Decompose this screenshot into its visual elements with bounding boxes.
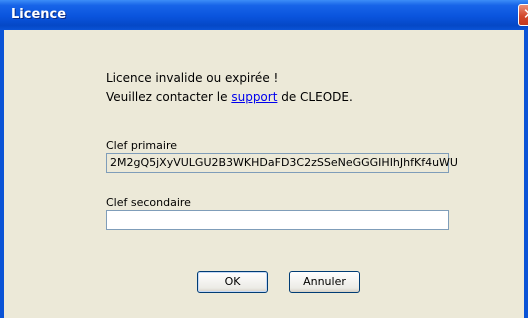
ok-button[interactable]: OK xyxy=(197,271,268,293)
close-button[interactable]: ✕ xyxy=(518,4,528,26)
support-link[interactable]: support xyxy=(231,90,277,104)
message-suffix: de CLEODE. xyxy=(277,90,353,104)
message-line-1: Licence invalide ou expirée ! xyxy=(106,71,279,85)
message-line-2: Veuillez contacter le support de CLEODE. xyxy=(106,90,353,104)
cancel-button[interactable]: Annuler xyxy=(289,271,360,293)
secondary-key-input[interactable] xyxy=(106,210,449,230)
close-icon: ✕ xyxy=(523,5,528,23)
primary-key-label: Clef primaire xyxy=(106,139,177,152)
licence-dialog: Licence ✕ Licence invalide ou expirée ! … xyxy=(0,0,528,318)
secondary-key-label: Clef secondaire xyxy=(106,196,191,209)
primary-key-field[interactable]: 2M2gQ5jXyVULGU2B3WKHDaFD3C2zSSeNeGGGIHIh… xyxy=(106,153,458,173)
title-bar[interactable]: Licence ✕ xyxy=(0,0,528,30)
message-prefix: Veuillez contacter le xyxy=(106,90,232,104)
window-title: Licence xyxy=(11,7,67,22)
